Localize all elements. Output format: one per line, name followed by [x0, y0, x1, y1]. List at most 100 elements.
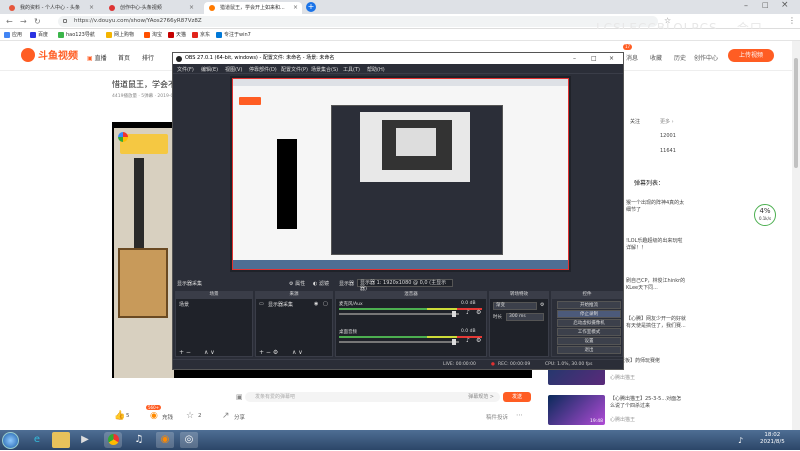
display-select[interactable]: 显示器 1: 1920x1080 @ 0,0 (主显示器)	[357, 279, 453, 292]
douyu-logo[interactable]: 斗鱼视频	[20, 46, 80, 64]
mixer-gear-icon[interactable]: ⚙	[476, 309, 481, 316]
menu-docks[interactable]: 停靠部件(D)	[249, 66, 277, 73]
settings-button[interactable]: 设置	[557, 337, 621, 345]
source-add-icon[interactable]: + − ⚙	[259, 349, 278, 356]
volume-slider[interactable]	[339, 341, 459, 343]
close-window-icon[interactable]: ×	[781, 0, 789, 10]
menu-edit[interactable]: 编辑(E)	[201, 66, 218, 73]
taskbar-clock[interactable]: 18:02 2021/8/5	[760, 432, 785, 446]
transition-select[interactable]: 渐变	[493, 302, 537, 310]
menu-help[interactable]: 帮助(H)	[367, 66, 385, 73]
source-item[interactable]: 显示器采集	[268, 301, 293, 308]
browser-tab-2[interactable]: 创作中心-头条视频 ×	[104, 2, 198, 14]
header-favorites[interactable]: 收藏	[650, 53, 662, 62]
transition-gear-icon[interactable]: ⚙	[540, 302, 544, 308]
header-creator-center[interactable]: 创作中心	[694, 53, 718, 62]
lock-source-icon[interactable]: ▢	[323, 301, 328, 307]
report-link[interactable]: 稿件投诉	[486, 413, 508, 421]
nav-home[interactable]: 首页	[118, 53, 130, 62]
volume-slider-thumb[interactable]	[452, 311, 456, 317]
properties-button[interactable]: ⚙ 属性	[289, 280, 305, 287]
menu-file[interactable]: 文件(F)	[177, 66, 194, 73]
obs-close-icon[interactable]: ×	[609, 53, 614, 64]
browser-tab-1[interactable]: 我的资料 - 个人中心 - 头条 ×	[4, 2, 98, 14]
chrome-taskbar-icon[interactable]	[104, 432, 122, 448]
audio-app-icon[interactable]: ♫	[130, 432, 148, 448]
obs-titlebar[interactable]: OBS 27.0.1 (64-bit, windows) - 配置文件: 未命名…	[173, 53, 623, 64]
browser-tab-3[interactable]: 猎道鼠王，学会开上如来和... ×	[204, 2, 302, 14]
like-icon[interactable]: 👍	[114, 411, 125, 421]
obs-taskbar-icon[interactable]: ◎	[180, 432, 198, 448]
obs-maximize-icon[interactable]: □	[591, 53, 597, 64]
bookmark-win7[interactable]: 专注于win7	[216, 31, 251, 39]
favorite-icon[interactable]: ☆	[186, 411, 194, 421]
list-item[interactable]: 猴一个出现的阵神4真的太细节了	[626, 200, 686, 214]
header-history[interactable]: 历史	[674, 53, 686, 62]
bookmark-hao123[interactable]: hao123导航	[58, 31, 95, 39]
scene-move-icon[interactable]: ∧ ∨	[204, 349, 215, 356]
close-tab-icon[interactable]: ×	[89, 2, 94, 14]
media-player-icon[interactable]: ▶	[76, 432, 94, 448]
volume-slider[interactable]	[339, 313, 459, 315]
menu-scene-collection[interactable]: 场景集合(S)	[311, 66, 338, 73]
bookmark-jd[interactable]: 京东	[192, 31, 210, 39]
speaker-icon[interactable]: ♪	[466, 309, 470, 316]
bookmark-baidu[interactable]: 百度	[30, 31, 48, 39]
ie-icon[interactable]: e	[28, 432, 46, 448]
list-item[interactable]: 刷自己CP，林俊江hinkr的KLee天下同...	[626, 278, 686, 292]
scene-item[interactable]: 场景	[179, 301, 189, 308]
menu-icon[interactable]: ⋮	[788, 16, 796, 25]
douyu-taskbar-icon[interactable]: ◉	[156, 432, 174, 448]
bookmark-tmall[interactable]: 天猫	[168, 31, 186, 39]
list-item[interactable]: 【心腾出猫王】25-3-5...对面怎么说了个四杀过来	[610, 396, 682, 410]
nav-live[interactable]: ▣ 首页直播	[87, 53, 113, 62]
header-messages[interactable]: 消息	[626, 53, 638, 62]
bookmark-apps[interactable]: 应用	[4, 31, 22, 39]
volume-tray-icon[interactable]: ♪	[738, 436, 743, 445]
studio-mode-button[interactable]: 工作室模式	[557, 328, 621, 336]
close-tab-icon[interactable]: ×	[293, 2, 298, 14]
obs-preview[interactable]	[230, 76, 571, 272]
menu-tools[interactable]: 工具(T)	[343, 66, 360, 73]
upload-video-button[interactable]: 上传视频	[728, 49, 774, 62]
start-streaming-button[interactable]: 开始推流	[557, 301, 621, 309]
maximize-window-icon[interactable]: □	[762, 1, 769, 9]
scrollbar-thumb[interactable]	[794, 58, 798, 168]
duration-input[interactable]: 300 ms	[506, 313, 544, 321]
mixer-gear-icon[interactable]: ⚙	[476, 337, 481, 344]
exit-button[interactable]: 退出	[557, 346, 621, 354]
close-tab-icon[interactable]: ×	[189, 2, 194, 14]
url-input[interactable]: https://v.douyu.com/show/YAos2766yR87Vz8…	[58, 16, 658, 27]
folder-icon[interactable]	[52, 432, 70, 448]
send-danmu-button[interactable]: 发送	[503, 392, 531, 402]
menu-view[interactable]: 视图(V)	[225, 66, 242, 73]
bookmark-shopping[interactable]: 网上购物	[106, 31, 134, 39]
scene-add-icon[interactable]: + −	[179, 349, 191, 356]
danmu-toggle-icon[interactable]: ▣	[236, 393, 243, 401]
new-tab-button[interactable]: +	[306, 2, 316, 12]
obs-minimize-icon[interactable]: –	[573, 53, 576, 64]
visibility-icon[interactable]: ◉	[314, 301, 318, 307]
stat-more[interactable]: 更多 ›	[660, 118, 674, 125]
danmu-input[interactable]: 发条有爱的弹幕吧 弹幕规范 >	[245, 392, 500, 402]
minimize-window-icon[interactable]: –	[744, 1, 748, 10]
danmu-rules-link[interactable]: 弹幕规范 >	[468, 392, 494, 402]
back-icon[interactable]: ←	[6, 17, 13, 26]
reload-icon[interactable]: ↻	[34, 17, 41, 26]
speaker-icon[interactable]: ♪	[466, 337, 470, 344]
filters-button[interactable]: ◐ 滤镜	[313, 280, 329, 287]
forward-icon[interactable]: →	[20, 17, 27, 26]
start-button[interactable]	[2, 432, 19, 449]
coin-icon[interactable]: ◉	[150, 411, 158, 421]
more-icon[interactable]: ⋯	[516, 411, 523, 419]
share-icon[interactable]: ↗	[222, 411, 230, 421]
source-move-icon[interactable]: ∧ ∨	[292, 349, 303, 356]
volume-slider-thumb[interactable]	[452, 339, 456, 345]
video-thumbnail[interactable]: 19:48	[548, 395, 605, 425]
nav-rank[interactable]: 排行	[142, 53, 154, 62]
list-item[interactable]: 【心腾】网友少开一的好就有天使是搞住了，我们赛...	[626, 316, 686, 330]
menu-profile[interactable]: 配置文件(P)	[281, 66, 308, 73]
start-virtual-camera-button[interactable]: 启动虚拟摄像机	[557, 319, 621, 327]
bookmark-taobao[interactable]: 淘宝	[144, 31, 162, 39]
stop-recording-button[interactable]: 停止录制	[557, 310, 621, 318]
